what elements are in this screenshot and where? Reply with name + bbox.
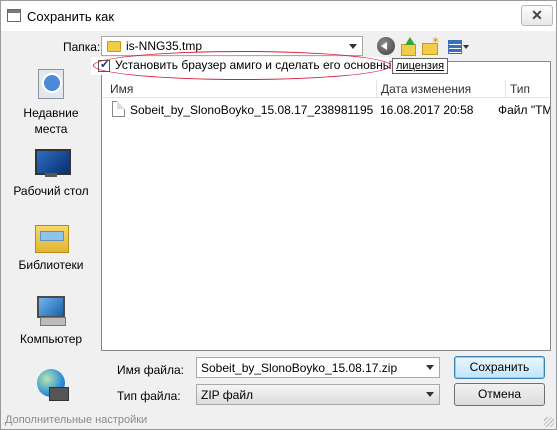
close-icon: ✕	[531, 7, 543, 23]
chevron-down-icon	[349, 44, 357, 49]
place-computer[interactable]: Компьютер	[7, 293, 95, 347]
save-button[interactable]: Сохранить	[454, 356, 545, 379]
column-divider[interactable]	[505, 80, 506, 98]
folder-dropdown[interactable]: is-NNG35.tmp	[101, 36, 363, 56]
cancel-button[interactable]: Отмена	[454, 383, 545, 406]
filetype-label: Тип файла:	[117, 389, 181, 403]
libraries-icon	[34, 219, 69, 253]
place-recent-label-2: места	[34, 122, 68, 136]
filename-value: Sobeit_by_SlonoBoyko_15.08.17.zip	[201, 361, 398, 375]
folder-dropdown-value: is-NNG35.tmp	[126, 39, 203, 53]
file-date: 16.08.2017 20:58	[380, 103, 474, 117]
new-folder-icon[interactable]	[421, 34, 440, 55]
place-network[interactable]	[7, 369, 95, 401]
up-folder-icon[interactable]	[399, 37, 417, 56]
place-recent-label-1: Недавние	[23, 106, 79, 120]
resize-grip[interactable]	[544, 417, 554, 427]
chevron-down-icon[interactable]	[426, 365, 434, 370]
chevron-down-icon	[426, 392, 434, 397]
window-title: Сохранить как	[27, 9, 115, 24]
extra-settings-link[interactable]: Дополнительные настройки	[5, 414, 147, 426]
place-desktop[interactable]: Рабочий стол	[7, 145, 95, 199]
promo-checkbox-label: Установить браузер амиго и сделать его о…	[115, 58, 400, 72]
recent-places-icon	[34, 67, 68, 101]
column-type[interactable]: Тип	[510, 82, 530, 96]
folder-label: Папка:	[63, 40, 101, 54]
file-name: Sobeit_by_SlonoBoyko_15.08.17_238981195.…	[130, 103, 374, 117]
file-list[interactable]: Имя Дата изменения Тип Sobeit_by_SlonoBo…	[101, 61, 551, 351]
column-name[interactable]: Имя	[110, 82, 133, 96]
place-libraries-label: Библиотеки	[18, 258, 84, 272]
promo-checkbox[interactable]	[98, 58, 110, 72]
place-desktop-label: Рабочий стол	[13, 184, 89, 198]
title-bar: Сохранить как ✕	[1, 1, 556, 31]
column-date[interactable]: Дата изменения	[381, 82, 471, 96]
filetype-select[interactable]: ZIP файл	[196, 384, 440, 405]
promo-checkbox-row[interactable]: Установить браузер амиго и сделать его о…	[91, 57, 400, 75]
desktop-icon	[34, 145, 71, 179]
places-bar: Недавние места Рабочий стол Библиотеки К…	[7, 61, 95, 401]
network-icon	[37, 369, 69, 401]
window-app-icon	[7, 9, 21, 22]
save-as-dialog: Сохранить как ✕ Папка: is-NNG35.tmp Неда…	[0, 0, 557, 430]
filename-label: Имя файла:	[117, 363, 184, 377]
license-link[interactable]: лицензия	[392, 58, 449, 74]
place-computer-label: Компьютер	[19, 332, 83, 346]
view-menu-icon[interactable]	[447, 37, 471, 55]
place-recent[interactable]: Недавние места	[7, 67, 95, 137]
filename-input[interactable]: Sobeit_by_SlonoBoyko_15.08.17.zip	[196, 357, 440, 378]
close-button[interactable]: ✕	[521, 5, 553, 26]
file-row[interactable]: Sobeit_by_SlonoBoyko_15.08.17_238981195.…	[102, 98, 550, 120]
column-headers: Имя Дата изменения Тип	[102, 80, 550, 98]
folder-icon	[107, 41, 121, 52]
computer-icon	[34, 293, 68, 327]
place-libraries[interactable]: Библиотеки	[7, 219, 95, 273]
file-type: Файл "TM	[498, 103, 550, 117]
file-icon	[112, 101, 125, 117]
filetype-value: ZIP файл	[201, 388, 254, 402]
back-icon[interactable]	[377, 37, 395, 55]
column-divider[interactable]	[376, 80, 377, 98]
